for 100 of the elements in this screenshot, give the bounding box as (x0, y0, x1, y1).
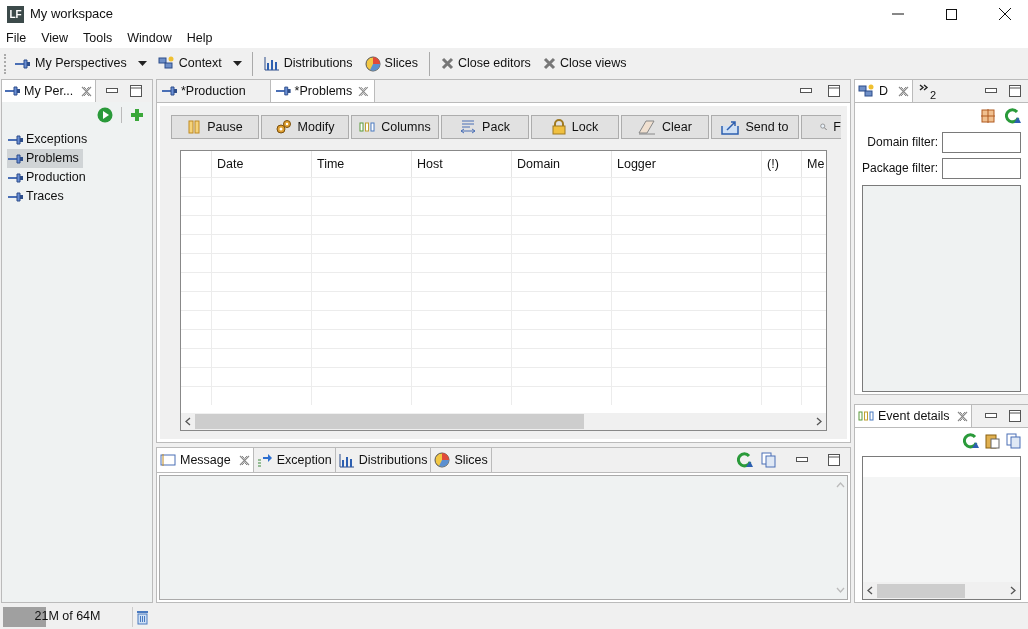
columns-icon (858, 410, 874, 422)
refresh-icon[interactable] (737, 452, 753, 468)
field-label: Package filter: (862, 160, 939, 177)
toolbar-button[interactable]: Context (154, 51, 225, 76)
maximize-icon[interactable] (1009, 410, 1022, 422)
paste-icon[interactable] (985, 433, 1001, 449)
pin-icon (8, 152, 24, 165)
action-button[interactable]: F (801, 115, 841, 139)
scroll-right-icon[interactable] (1010, 586, 1017, 595)
gears-icon (275, 119, 292, 135)
window-title: My workspace (30, 5, 114, 24)
copy-icon[interactable] (761, 452, 776, 468)
pin-icon (276, 85, 292, 97)
bar-chart-icon (263, 56, 280, 71)
maximize-icon[interactable] (946, 8, 957, 20)
memory-usage: 21M of 64M (33, 608, 102, 626)
menu-item[interactable]: Help (186, 28, 213, 48)
column-header[interactable]: Me (807, 154, 825, 174)
view-tab[interactable]: Event details (855, 405, 972, 427)
toolbar-button[interactable]: Distributions (260, 51, 356, 76)
field-label: Domain filter: (867, 134, 939, 151)
maximize-icon[interactable] (828, 85, 840, 97)
column-header[interactable]: Time (317, 154, 345, 174)
perspective-item[interactable]: Problems (7, 149, 83, 168)
pin-icon (8, 171, 24, 184)
details-table[interactable] (862, 456, 1022, 600)
pin-icon (15, 57, 31, 70)
action-button[interactable]: Modify (261, 115, 349, 139)
column-header[interactable]: Logger (617, 154, 656, 174)
pie-chart-icon (364, 55, 381, 72)
column-header[interactable]: Date (217, 154, 244, 174)
copy-icon[interactable] (1006, 433, 1022, 449)
menu-item[interactable]: Window (127, 28, 172, 48)
maximize-icon[interactable] (130, 85, 142, 97)
pin-icon (162, 85, 178, 97)
more-views-icon (919, 84, 930, 91)
minimize-icon[interactable] (985, 413, 998, 419)
input-field[interactable] (942, 157, 1022, 179)
minimize-icon[interactable] (796, 457, 808, 463)
pie-chart-icon (434, 452, 451, 468)
toolbar-button[interactable]: Close views (539, 51, 630, 76)
toolbar-button[interactable]: My Perspectives (12, 51, 130, 76)
view-tab[interactable]: D (855, 80, 914, 102)
column-header[interactable]: Domain (517, 154, 561, 174)
add-icon[interactable] (130, 108, 144, 122)
action-button[interactable]: Columns (351, 115, 439, 139)
caret-icon (137, 61, 147, 66)
exception-icon (256, 452, 273, 468)
eraser-icon (638, 119, 657, 135)
pin-icon (5, 85, 21, 97)
pin-icon (8, 190, 24, 203)
play-icon[interactable] (97, 107, 113, 123)
maximize-icon[interactable] (1009, 85, 1022, 97)
minimize-icon[interactable] (800, 88, 812, 94)
action-button[interactable]: Pack (441, 115, 529, 139)
bar-chart-icon (338, 452, 355, 468)
view-tab[interactable]: Message (157, 448, 254, 472)
horizontal-scrollbar[interactable] (863, 582, 1021, 599)
network-icon (157, 56, 175, 71)
action-button[interactable]: Pause (171, 115, 259, 139)
menu-item[interactable]: Tools (83, 28, 113, 48)
editor-tab[interactable]: *Problems (271, 80, 375, 102)
toolbar-button[interactable]: Close editors (437, 51, 534, 76)
perspective-item[interactable]: Production (7, 168, 90, 187)
close-icon (542, 57, 556, 70)
refresh-icon[interactable] (963, 433, 980, 449)
scroll-left-icon[interactable] (185, 417, 191, 426)
column-header[interactable]: (!) (767, 154, 779, 174)
domain-list[interactable] (862, 185, 1022, 392)
minimize-icon[interactable] (985, 88, 998, 94)
close-icon[interactable] (999, 8, 1011, 20)
maximize-icon[interactable] (828, 454, 840, 466)
perspective-item[interactable]: Exceptions (7, 130, 92, 149)
perspective-item[interactable]: Traces (7, 187, 68, 206)
action-button[interactable]: Clear (621, 115, 709, 139)
toolbar-button[interactable]: Slices (361, 51, 421, 76)
pin-icon (8, 133, 24, 146)
pack-icon (460, 119, 477, 135)
action-button[interactable]: Lock (531, 115, 619, 139)
view-tab[interactable]: Slices (431, 448, 492, 472)
tab-label[interactable]: My Per... (24, 81, 74, 101)
message-icon (160, 453, 176, 467)
horizontal-scrollbar[interactable] (181, 413, 826, 430)
lock-icon (551, 119, 566, 135)
trash-icon[interactable] (136, 608, 149, 625)
action-button[interactable]: Send to (711, 115, 799, 139)
grid-icon[interactable] (981, 109, 996, 123)
scroll-right-icon[interactable] (816, 417, 822, 426)
menu-item[interactable]: View (41, 28, 69, 48)
columns-icon (359, 121, 376, 133)
pause-icon (187, 120, 202, 134)
scroll-left-icon[interactable] (867, 586, 873, 595)
input-field[interactable] (942, 131, 1022, 153)
minimize-icon[interactable] (106, 88, 118, 94)
menu-item[interactable]: File (6, 28, 27, 48)
network-icon (858, 83, 875, 99)
caret-icon (232, 61, 242, 66)
refresh-icon[interactable] (1005, 108, 1022, 124)
column-header[interactable]: Host (417, 154, 443, 174)
view-tab[interactable]: My Per... (2, 80, 96, 102)
